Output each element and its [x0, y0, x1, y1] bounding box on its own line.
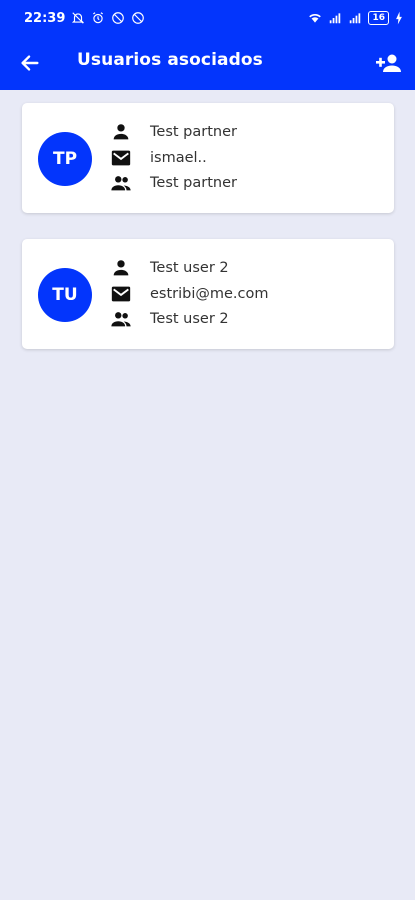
person-icon	[108, 257, 134, 279]
user-group: Test user 2	[150, 311, 229, 327]
user-email: ismael..	[150, 150, 207, 166]
arrow-left-icon	[21, 55, 39, 71]
app-bar: Usuarios asociados	[0, 36, 415, 90]
signal-icon-1	[328, 11, 342, 25]
back-button[interactable]	[14, 48, 46, 78]
user-email-row: ismael..	[108, 147, 207, 169]
sync-off-icon	[111, 11, 125, 25]
user-card[interactable]: TU Test user 2 estribi@me.com Test user …	[22, 239, 394, 349]
page-title: Usuarios asociados	[77, 50, 263, 70]
mail-icon	[108, 283, 134, 305]
alarm-icon	[91, 11, 105, 25]
user-name-row: Test partner	[108, 121, 237, 143]
avatar: TU	[38, 268, 92, 322]
user-email: estribi@me.com	[150, 286, 269, 302]
data-saver-icon	[131, 11, 145, 25]
person-icon	[108, 121, 134, 143]
user-email-row: estribi@me.com	[108, 283, 269, 305]
charging-icon	[395, 11, 403, 25]
group-icon	[108, 172, 134, 194]
user-group: Test partner	[150, 175, 237, 191]
battery-indicator: 16	[368, 11, 389, 25]
signal-icon-2	[348, 11, 362, 25]
user-group-row: Test partner	[108, 172, 237, 194]
user-name-row: Test user 2	[108, 257, 229, 279]
user-group-row: Test user 2	[108, 308, 229, 330]
group-icon	[108, 308, 134, 330]
status-time: 22:39	[24, 10, 66, 26]
user-name: Test partner	[150, 124, 237, 140]
mail-icon	[108, 147, 134, 169]
avatar: TP	[38, 132, 92, 186]
person-add-icon	[376, 54, 401, 72]
add-user-button[interactable]	[371, 48, 405, 78]
user-card[interactable]: TP Test partner ismael.. Test partner	[22, 103, 394, 213]
status-bar: 22:39 16	[0, 0, 415, 36]
notification-off-icon	[71, 11, 85, 25]
user-name: Test user 2	[150, 260, 229, 276]
wifi-icon	[308, 11, 322, 25]
